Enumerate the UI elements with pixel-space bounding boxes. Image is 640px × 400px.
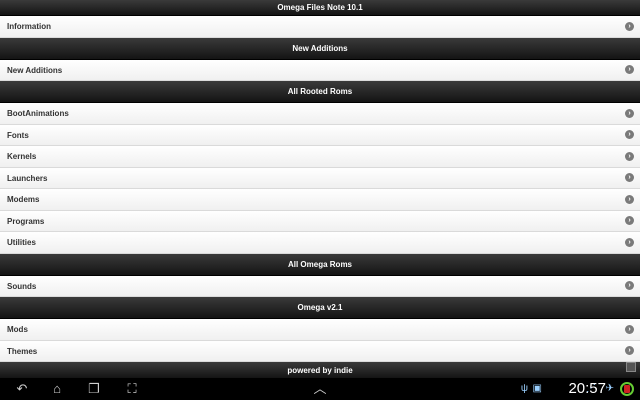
back-arrow-icon[interactable]: ↶ bbox=[10, 378, 34, 400]
list-item-label: Information bbox=[7, 22, 51, 31]
section-header-omega-v2-1: Omega v2.1 bbox=[0, 297, 640, 319]
airplane-icon: ✈ bbox=[605, 383, 614, 394]
list-item-label: Launchers bbox=[7, 173, 48, 183]
chevron-right-icon: › bbox=[625, 194, 634, 204]
list-item-themes[interactable]: Themes › bbox=[0, 340, 640, 362]
screenshot-icon[interactable]: ⛶ bbox=[120, 378, 144, 400]
footer: powered by indie bbox=[0, 362, 640, 379]
chevron-right-icon: › bbox=[625, 108, 634, 118]
list-item-label: Themes bbox=[7, 346, 38, 356]
list-item-information[interactable]: Information › bbox=[0, 16, 640, 38]
section-header-all-rooted-roms: All Rooted Roms bbox=[0, 81, 640, 103]
home-icon[interactable]: ⌂ bbox=[45, 378, 69, 400]
chevron-up-icon[interactable]: ︿ bbox=[308, 378, 332, 400]
chevron-right-icon: › bbox=[625, 130, 634, 140]
battery-icon bbox=[620, 382, 634, 396]
list-item-launchers[interactable]: Launchers › bbox=[0, 167, 640, 189]
list-item-bootanimations[interactable]: BootAnimations › bbox=[0, 103, 640, 125]
chevron-right-icon: › bbox=[625, 216, 634, 226]
list-item-mods[interactable]: Mods › bbox=[0, 319, 640, 341]
list-item-label: Fonts bbox=[7, 130, 29, 140]
chevron-right-icon: › bbox=[625, 324, 634, 334]
image-icon: ▣ bbox=[532, 383, 542, 394]
list-item-label: New Additions bbox=[7, 65, 63, 75]
recent-apps-icon[interactable]: ❐ bbox=[82, 378, 106, 400]
page: Omega Files Note 10.1 Information › New … bbox=[0, 0, 640, 379]
list-item-label: Programs bbox=[7, 216, 45, 226]
resize-corner-icon[interactable] bbox=[626, 362, 636, 372]
list-item-label: Kernels bbox=[7, 152, 37, 161]
chevron-right-icon: › bbox=[625, 21, 634, 31]
list-item-label: BootAnimations bbox=[7, 109, 69, 118]
list-item-label: Modems bbox=[7, 195, 40, 204]
list-item-fonts[interactable]: Fonts › bbox=[0, 124, 640, 146]
section-header-all-omega-roms: All Omega Roms bbox=[0, 253, 640, 276]
page-title: Omega Files Note 10.1 bbox=[0, 0, 640, 16]
list-item-new-additions[interactable]: New Additions › bbox=[0, 59, 640, 81]
system-navbar: ↶ ⌂ ❐ ⛶ ︿ ψ ▣ 20:57 ⋰ ✈ bbox=[0, 378, 640, 400]
chevron-right-icon: › bbox=[625, 237, 634, 247]
list-item-label: Utilities bbox=[7, 238, 36, 247]
chevron-right-icon: › bbox=[625, 281, 634, 291]
section-header-new-additions: New Additions bbox=[0, 37, 640, 60]
usb-icon: ψ bbox=[520, 383, 528, 394]
chevron-right-icon: › bbox=[625, 65, 634, 75]
list-item-kernels[interactable]: Kernels › bbox=[0, 146, 640, 168]
list-item-label: Mods bbox=[7, 325, 28, 334]
chevron-right-icon: › bbox=[625, 173, 634, 183]
list-item-label: Sounds bbox=[7, 281, 37, 291]
signal-icon: ⋰ bbox=[586, 383, 596, 394]
chevron-right-icon: › bbox=[625, 151, 634, 161]
list-item-utilities[interactable]: Utilities › bbox=[0, 232, 640, 254]
list-item-programs[interactable]: Programs › bbox=[0, 210, 640, 232]
chevron-right-icon: › bbox=[625, 346, 634, 356]
list-item-modems[interactable]: Modems › bbox=[0, 189, 640, 211]
list-item-sounds[interactable]: Sounds › bbox=[0, 275, 640, 297]
